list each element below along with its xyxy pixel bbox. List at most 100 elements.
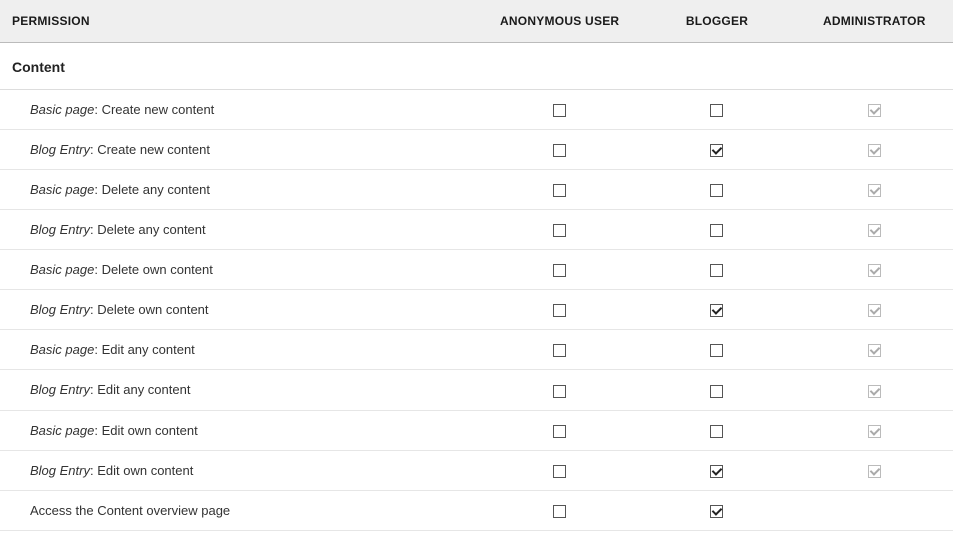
table-header-row: Permission Anonymous user Blogger Admini…	[0, 0, 953, 43]
permission-action: Delete any content	[97, 222, 205, 237]
permission-checkbox	[868, 104, 881, 117]
checkbox-cell	[796, 290, 953, 330]
permission-checkbox	[868, 264, 881, 277]
checkbox-cell	[796, 210, 953, 250]
checkbox-cell	[796, 330, 953, 370]
permission-label: Basic page: Delete own content	[0, 250, 481, 290]
checkbox-cell	[481, 450, 638, 490]
permission-label: Basic page: Edit own content	[0, 410, 481, 450]
checkbox-cell	[481, 250, 638, 290]
permission-type: Basic page	[30, 102, 94, 117]
checkbox-cell	[638, 450, 795, 490]
permission-checkbox[interactable]	[553, 224, 566, 237]
permission-action: Delete own content	[97, 302, 208, 317]
permission-label: Basic page: Edit any content	[0, 330, 481, 370]
column-header-anonymous: Anonymous user	[481, 0, 638, 43]
checkbox-cell	[638, 330, 795, 370]
column-header-blogger: Blogger	[638, 0, 795, 43]
permission-action: Edit any content	[97, 382, 190, 397]
checkbox-cell	[638, 490, 795, 530]
checkbox-cell	[796, 90, 953, 130]
permission-checkbox[interactable]	[710, 184, 723, 197]
permission-checkbox[interactable]	[710, 505, 723, 518]
permission-checkbox[interactable]	[553, 144, 566, 157]
permission-action: Delete any content	[102, 182, 210, 197]
permissions-table: Permission Anonymous user Blogger Admini…	[0, 0, 953, 531]
permission-type: Basic page	[30, 423, 94, 438]
table-row: Blog Entry: Delete any content	[0, 210, 953, 250]
checkbox-cell	[481, 330, 638, 370]
permission-checkbox[interactable]	[710, 465, 723, 478]
section-title: Content	[0, 43, 953, 90]
permission-checkbox[interactable]	[710, 344, 723, 357]
permission-label: Blog Entry: Edit own content	[0, 450, 481, 490]
permission-checkbox[interactable]	[710, 425, 723, 438]
permission-checkbox[interactable]	[553, 465, 566, 478]
table-row: Basic page: Delete own content	[0, 250, 953, 290]
checkbox-cell	[638, 370, 795, 410]
permission-checkbox[interactable]	[553, 264, 566, 277]
permission-label: Blog Entry: Edit any content	[0, 370, 481, 410]
table-row: Blog Entry: Create new content	[0, 130, 953, 170]
permission-type: Blog Entry	[30, 382, 90, 397]
permission-type: Basic page	[30, 262, 94, 277]
table-row: Access the Content overview page	[0, 490, 953, 530]
checkbox-cell	[638, 90, 795, 130]
permission-type: Blog Entry	[30, 463, 90, 478]
permission-type: Blog Entry	[30, 222, 90, 237]
permission-checkbox[interactable]	[710, 104, 723, 117]
checkbox-cell	[796, 410, 953, 450]
permission-type: Basic page	[30, 182, 94, 197]
checkbox-cell	[638, 170, 795, 210]
permission-checkbox	[868, 344, 881, 357]
checkbox-cell	[481, 90, 638, 130]
permission-checkbox[interactable]	[553, 505, 566, 518]
permission-checkbox[interactable]	[710, 385, 723, 398]
table-row: Basic page: Edit any content	[0, 330, 953, 370]
permission-checkbox[interactable]	[710, 144, 723, 157]
permission-action: Access the Content overview page	[30, 503, 230, 518]
checkbox-cell	[481, 410, 638, 450]
checkbox-cell	[481, 130, 638, 170]
checkbox-cell	[481, 490, 638, 530]
permission-label: Blog Entry: Create new content	[0, 130, 481, 170]
checkbox-cell	[481, 210, 638, 250]
permission-checkbox[interactable]	[710, 304, 723, 317]
permission-checkbox[interactable]	[710, 224, 723, 237]
column-header-permission: Permission	[0, 0, 481, 43]
checkbox-cell	[796, 370, 953, 410]
permission-checkbox	[868, 304, 881, 317]
checkbox-cell	[481, 290, 638, 330]
permission-checkbox[interactable]	[553, 304, 566, 317]
permission-checkbox	[868, 385, 881, 398]
table-row: Basic page: Edit own content	[0, 410, 953, 450]
permission-type: Basic page	[30, 342, 94, 357]
checkbox-cell	[638, 410, 795, 450]
section-row-content: Content	[0, 43, 953, 90]
checkbox-cell	[796, 490, 953, 530]
permission-checkbox	[868, 425, 881, 438]
permission-checkbox[interactable]	[553, 184, 566, 197]
table-row: Blog Entry: Delete own content	[0, 290, 953, 330]
permission-checkbox[interactable]	[553, 385, 566, 398]
permission-label: Blog Entry: Delete own content	[0, 290, 481, 330]
table-row: Blog Entry: Edit any content	[0, 370, 953, 410]
permission-action: Create new content	[102, 102, 215, 117]
permission-type: Blog Entry	[30, 142, 90, 157]
permission-action: Edit own content	[97, 463, 193, 478]
table-row: Basic page: Delete any content	[0, 170, 953, 210]
permission-checkbox[interactable]	[553, 425, 566, 438]
permission-action: Edit any content	[102, 342, 195, 357]
permission-checkbox	[868, 144, 881, 157]
table-row: Blog Entry: Edit own content	[0, 450, 953, 490]
checkbox-cell	[481, 370, 638, 410]
checkbox-cell	[796, 170, 953, 210]
permission-checkbox[interactable]	[553, 104, 566, 117]
permission-label: Blog Entry: Delete any content	[0, 210, 481, 250]
checkbox-cell	[638, 250, 795, 290]
permission-label: Basic page: Create new content	[0, 90, 481, 130]
permission-checkbox[interactable]	[553, 344, 566, 357]
permission-type: Blog Entry	[30, 302, 90, 317]
permission-checkbox[interactable]	[710, 264, 723, 277]
permission-checkbox	[868, 465, 881, 478]
